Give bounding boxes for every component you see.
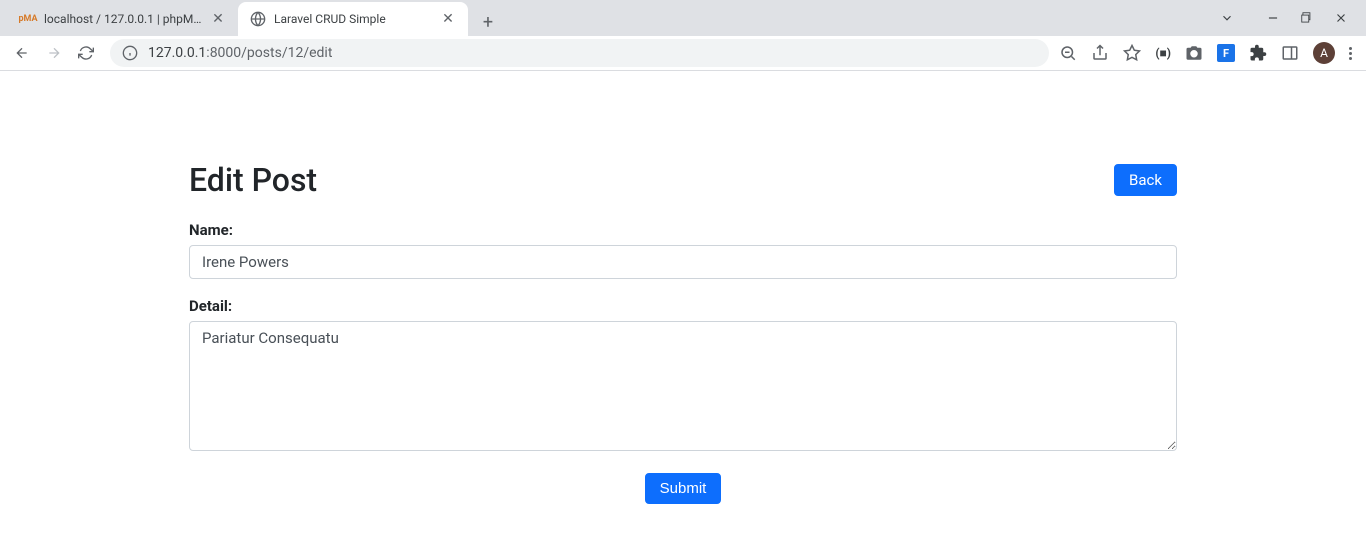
- profile-avatar[interactable]: A: [1313, 42, 1335, 64]
- detail-textarea[interactable]: Pariatur Consequatu: [189, 321, 1177, 451]
- share-icon[interactable]: [1091, 44, 1109, 62]
- detail-label: Detail:: [189, 297, 1177, 315]
- browser-menu-icon[interactable]: [1349, 47, 1352, 60]
- name-input[interactable]: [189, 245, 1177, 279]
- extensions-puzzle-icon[interactable]: [1249, 44, 1267, 62]
- submit-button[interactable]: Submit: [645, 473, 722, 504]
- bookmark-star-icon[interactable]: [1123, 44, 1141, 62]
- address-bar[interactable]: 127.0.0.1:8000/posts/12/edit: [110, 39, 1049, 67]
- extension-brackets-icon[interactable]: (■): [1155, 46, 1171, 60]
- toolbar-right: (■) F A: [1059, 42, 1358, 64]
- globe-favicon-icon: [250, 11, 266, 27]
- close-tab-icon[interactable]: ✕: [440, 11, 456, 27]
- url-path: :8000/posts/12/edit: [206, 45, 332, 61]
- side-panel-icon[interactable]: [1281, 44, 1299, 62]
- phpmyadmin-favicon-icon: pMA: [20, 11, 36, 27]
- form-group-name: Name:: [189, 221, 1177, 279]
- name-label: Name:: [189, 221, 1177, 239]
- camera-extension-icon[interactable]: [1185, 44, 1203, 62]
- zoom-icon[interactable]: [1059, 44, 1077, 62]
- close-tab-icon[interactable]: ✕: [210, 11, 226, 27]
- tab-strip: pMA localhost / 127.0.0.1 | phpMyAdm ✕ L…: [0, 0, 1366, 36]
- tab-title: localhost / 127.0.0.1 | phpMyAdm: [44, 12, 206, 26]
- window-controls: [1220, 0, 1366, 36]
- tab-search-icon[interactable]: [1220, 11, 1234, 25]
- browser-chrome: pMA localhost / 127.0.0.1 | phpMyAdm ✕ L…: [0, 0, 1366, 70]
- extension-f-icon[interactable]: F: [1217, 44, 1235, 62]
- browser-toolbar: 127.0.0.1:8000/posts/12/edit (■) F: [0, 36, 1366, 70]
- tab-title: Laravel CRUD Simple: [274, 12, 436, 26]
- back-button[interactable]: [8, 39, 36, 67]
- close-window-icon[interactable]: [1334, 11, 1348, 25]
- page-content: Edit Post Back Name: Detail: Pariatur Co…: [173, 71, 1193, 544]
- site-info-icon[interactable]: [122, 45, 138, 61]
- minimize-icon[interactable]: [1266, 11, 1280, 25]
- url-host: 127.0.0.1: [148, 45, 206, 61]
- maximize-icon[interactable]: [1300, 11, 1314, 25]
- back-link-button[interactable]: Back: [1114, 164, 1177, 196]
- reload-button[interactable]: [72, 39, 100, 67]
- forward-button[interactable]: [40, 39, 68, 67]
- tab-phpmyadmin[interactable]: pMA localhost / 127.0.0.1 | phpMyAdm ✕: [8, 2, 238, 36]
- form-actions: Submit: [189, 473, 1177, 504]
- page-header: Edit Post Back: [189, 161, 1177, 199]
- new-tab-button[interactable]: +: [474, 8, 502, 36]
- tab-laravel-crud[interactable]: Laravel CRUD Simple ✕: [238, 2, 468, 36]
- page-title: Edit Post: [189, 161, 317, 199]
- form-group-detail: Detail: Pariatur Consequatu: [189, 297, 1177, 455]
